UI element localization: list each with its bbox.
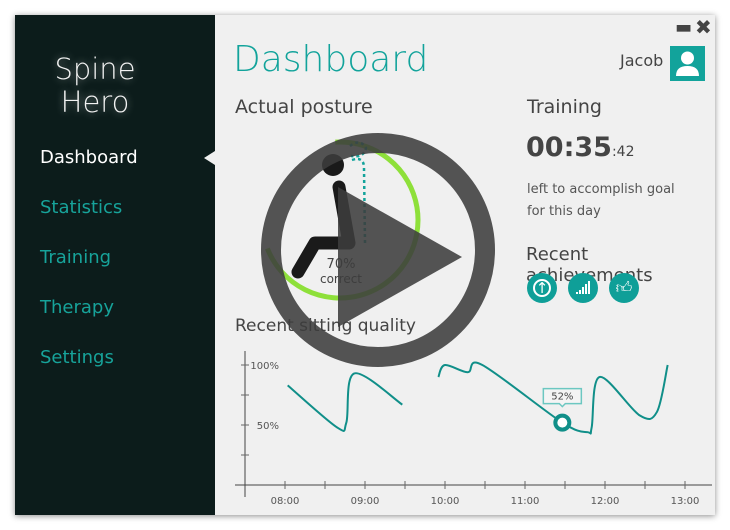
- x-tick-label: 11:00: [511, 496, 540, 507]
- x-tick-label: 09:00: [351, 496, 380, 507]
- y-tick-label: 100%: [250, 361, 279, 372]
- highlight-point: [553, 413, 572, 432]
- x-tick-label: 13:00: [671, 496, 700, 507]
- sitting-quality-chart: 08:00 09:00 10:00 11:00 12:00 13:00 100% 50% 52%: [235, 351, 712, 507]
- x-tick-label: 10:00: [431, 496, 460, 507]
- app-window: Spine Hero Dashboard Statistics Training …: [15, 15, 715, 515]
- x-tick-label: 08:00: [271, 496, 300, 507]
- series-line: [287, 372, 403, 432]
- tooltip-label: 52%: [551, 392, 573, 403]
- x-tick-label: 12:00: [591, 496, 620, 507]
- y-tick-label: 50%: [257, 421, 279, 432]
